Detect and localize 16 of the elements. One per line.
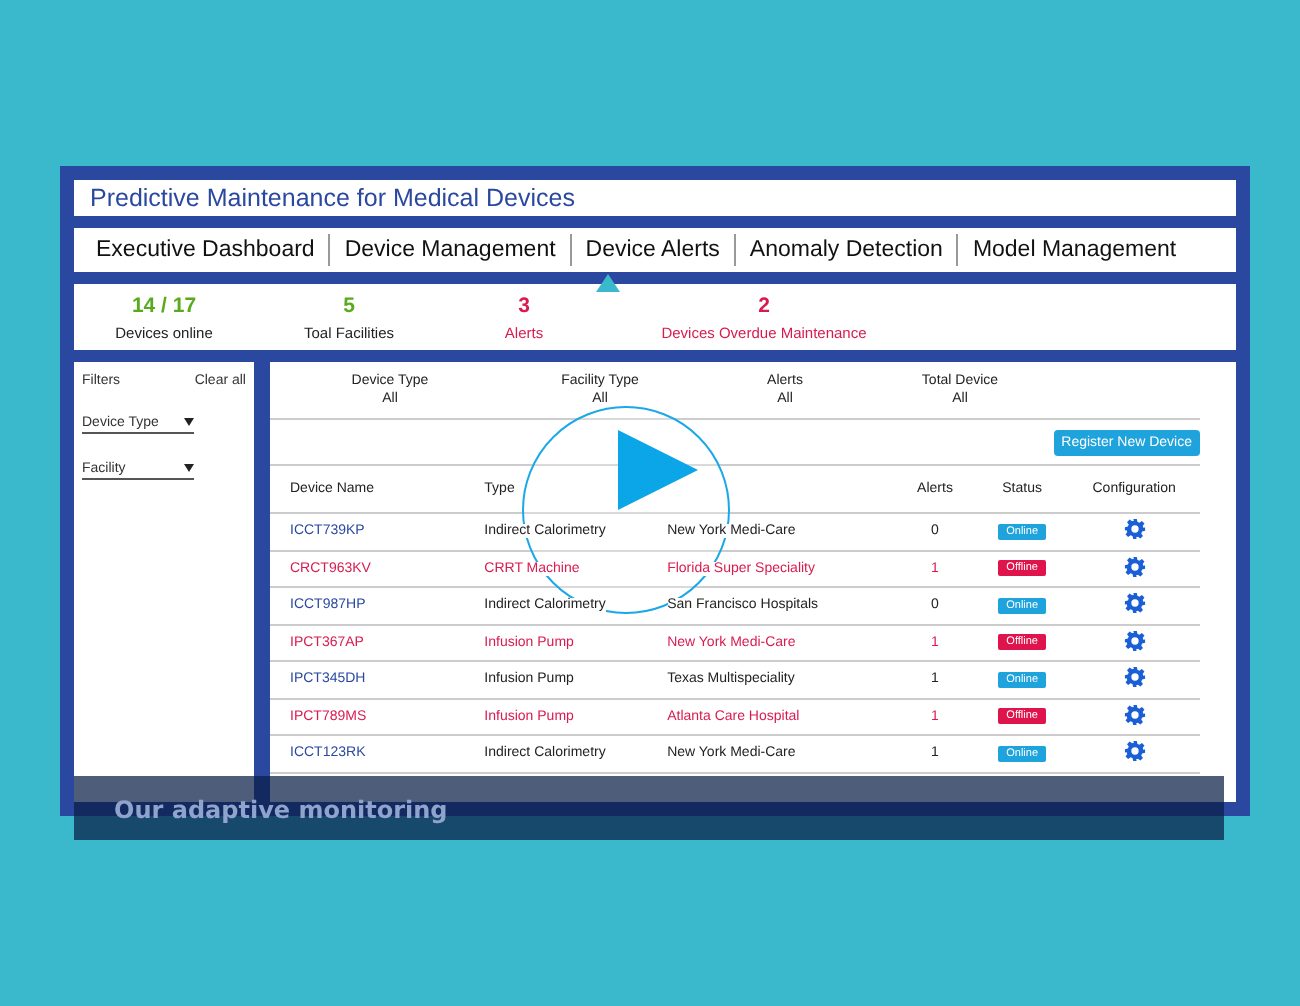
stat-value: 2 <box>758 293 770 317</box>
stat-value: 14 / 17 <box>131 293 197 317</box>
gear-icon[interactable] <box>1123 740 1146 763</box>
gear-icon[interactable] <box>1123 592 1146 615</box>
dropdown-caret-icon <box>184 416 194 430</box>
stat-value: 3 <box>518 293 530 317</box>
gear-icon[interactable] <box>1123 629 1146 652</box>
play-icon <box>618 430 698 510</box>
gear-icon[interactable] <box>1123 666 1146 689</box>
stat-value: 5 <box>343 293 355 317</box>
gear-icon[interactable] <box>1123 518 1146 541</box>
app-title: Predictive Maintenance for Medical Devices <box>90 184 575 212</box>
gear-icon[interactable] <box>1123 703 1146 726</box>
caption-text: Our adaptive monitoring <box>114 796 448 824</box>
gear-icon[interactable] <box>1123 555 1146 578</box>
dropdown-caret-icon <box>184 462 194 476</box>
